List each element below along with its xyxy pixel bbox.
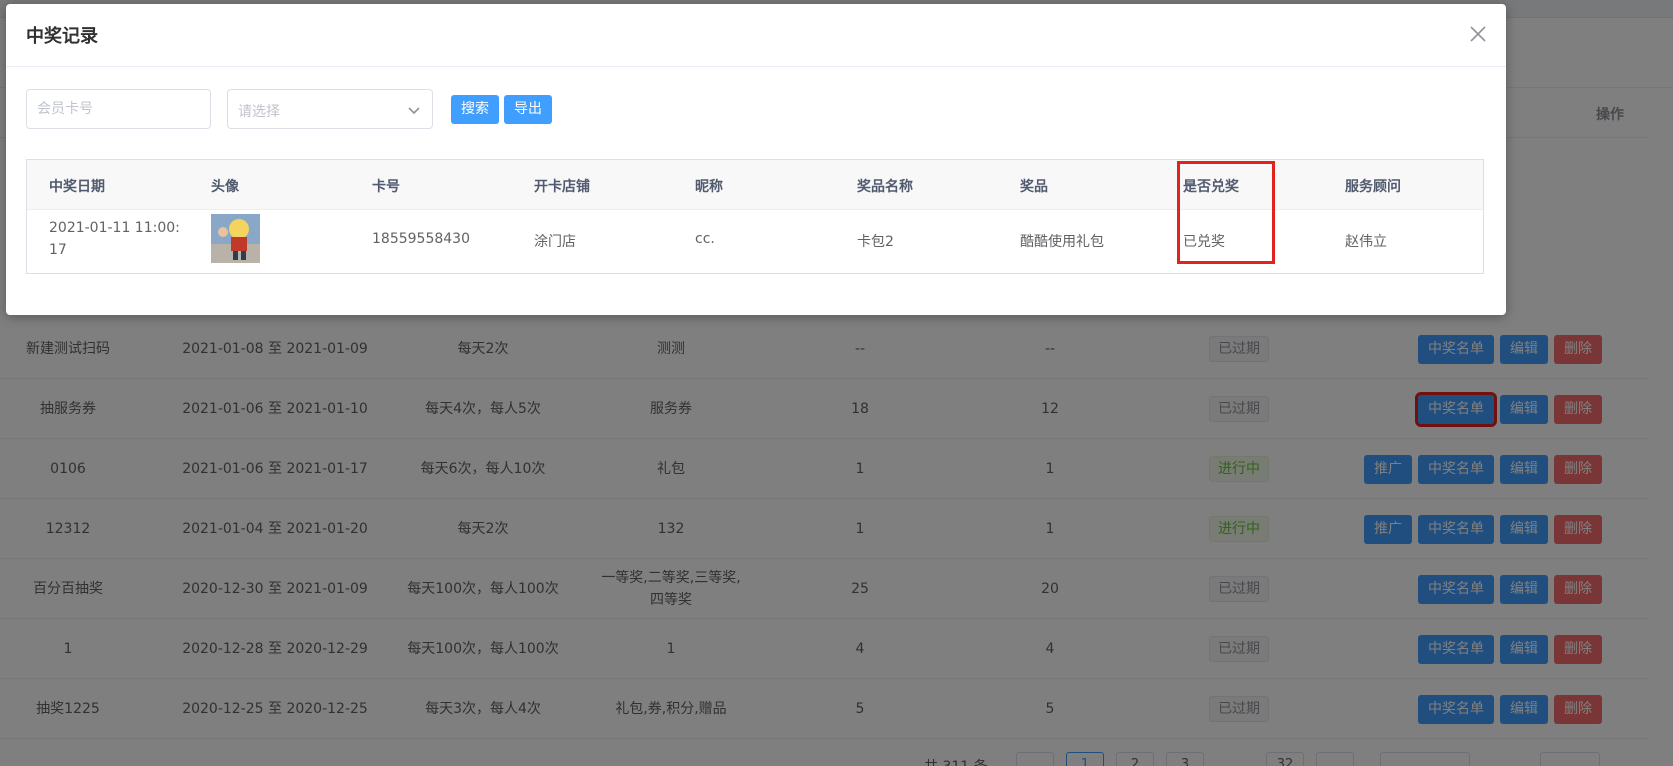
close-icon[interactable]	[1466, 22, 1490, 46]
record-prize-name: 卡包2	[857, 234, 894, 250]
column-header-avatar: 头像	[211, 179, 239, 195]
status-select[interactable]: 请选择	[227, 89, 433, 129]
export-button[interactable]: 导出	[504, 95, 552, 124]
avatar	[211, 214, 260, 263]
column-header-card: 卡号	[372, 179, 400, 195]
column-header-date: 中奖日期	[49, 179, 105, 195]
winning-records-dialog: 中奖记录 请选择 搜索 导出 中奖日期 头像 卡号 开卡店铺 昵称 奖品名称 奖…	[6, 4, 1506, 315]
record-nickname: cc.	[695, 231, 715, 247]
select-placeholder: 请选择	[238, 104, 280, 120]
column-header-advisor: 服务顾问	[1345, 179, 1401, 195]
chevron-down-icon	[408, 107, 420, 115]
column-header-store: 开卡店铺	[534, 179, 590, 195]
record-card-number: 18559558430	[372, 231, 470, 247]
record-advisor: 赵伟立	[1345, 234, 1387, 250]
column-header-prize: 奖品	[1020, 179, 1048, 195]
record-date: 2021-01-11 11:00:	[49, 220, 180, 236]
dialog-title: 中奖记录	[26, 26, 98, 47]
dialog-header: 中奖记录	[6, 4, 1506, 67]
card-number-input[interactable]	[26, 89, 211, 129]
record-store: 涂门店	[534, 234, 576, 250]
highlight-box	[1177, 161, 1275, 264]
record-prize: 酷酷使用礼包	[1020, 234, 1104, 250]
search-button[interactable]: 搜索	[451, 95, 499, 124]
record-date-cont: 17	[49, 242, 67, 258]
column-header-nickname: 昵称	[695, 179, 723, 195]
column-header-prize-name: 奖品名称	[857, 179, 913, 195]
records-table: 中奖日期 头像 卡号 开卡店铺 昵称 奖品名称 奖品 是否兑奖 服务顾问 202…	[26, 159, 1484, 274]
